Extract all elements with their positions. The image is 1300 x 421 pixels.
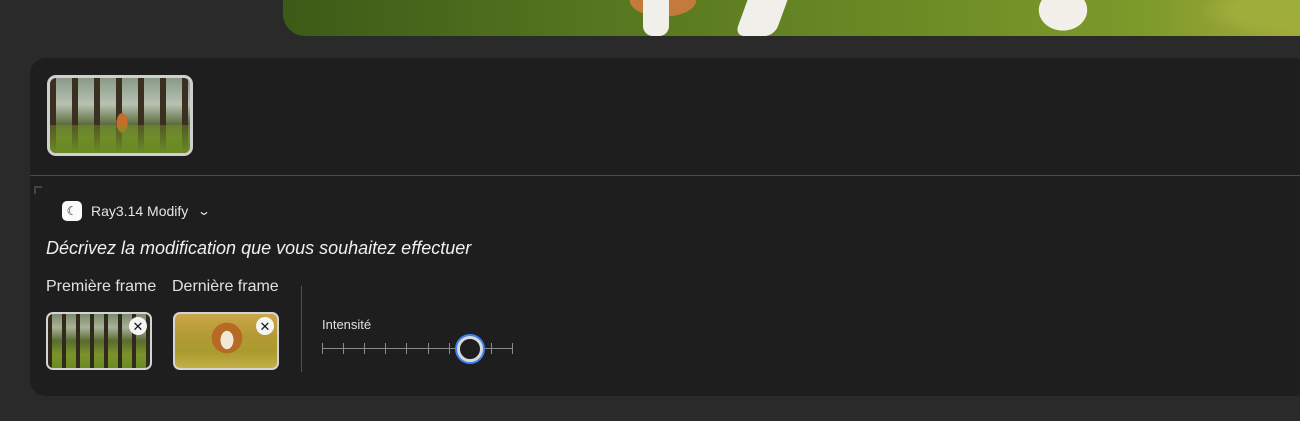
- close-icon[interactable]: ✕: [129, 317, 147, 335]
- vertical-divider: [301, 286, 302, 372]
- slider-tick: [364, 343, 365, 354]
- divider: [30, 175, 1300, 176]
- prompt-input[interactable]: Décrivez la modification que vous souhai…: [46, 238, 471, 259]
- last-frame-thumbnail[interactable]: ✕: [173, 312, 279, 370]
- dog-leg: [643, 0, 669, 36]
- dog-leg: [734, 0, 788, 36]
- slider-tick: [449, 343, 450, 354]
- first-frame-label: Première frame: [46, 278, 157, 295]
- slider-tick: [491, 343, 492, 354]
- video-preview: [283, 0, 1300, 36]
- chevron-down-icon: ⌄: [197, 204, 212, 218]
- intensity-label: Intensité: [322, 317, 372, 332]
- source-media-thumbnail[interactable]: [47, 75, 193, 156]
- slider-tick: [385, 343, 386, 354]
- slider-tick: [343, 343, 344, 354]
- slider-track: [322, 348, 512, 349]
- slider-tick: [512, 343, 513, 354]
- slider-thumb[interactable]: [457, 336, 483, 362]
- edit-panel: ☾ Ray3.14 Modify ⌄ Décrivez la modificat…: [30, 58, 1300, 396]
- slider-tick: [428, 343, 429, 354]
- model-name: Ray3.14 Modify: [91, 203, 189, 219]
- model-selector[interactable]: ☾ Ray3.14 Modify ⌄: [62, 201, 212, 221]
- intensity-slider[interactable]: [322, 336, 513, 362]
- resize-handle: [34, 186, 42, 194]
- ray-logo-icon: ☾: [62, 201, 82, 221]
- close-icon[interactable]: ✕: [256, 317, 274, 335]
- slider-tick: [322, 343, 323, 354]
- last-frame-label: Dernière frame: [172, 278, 279, 295]
- slider-tick: [406, 343, 407, 354]
- first-frame-thumbnail[interactable]: ✕: [46, 312, 152, 370]
